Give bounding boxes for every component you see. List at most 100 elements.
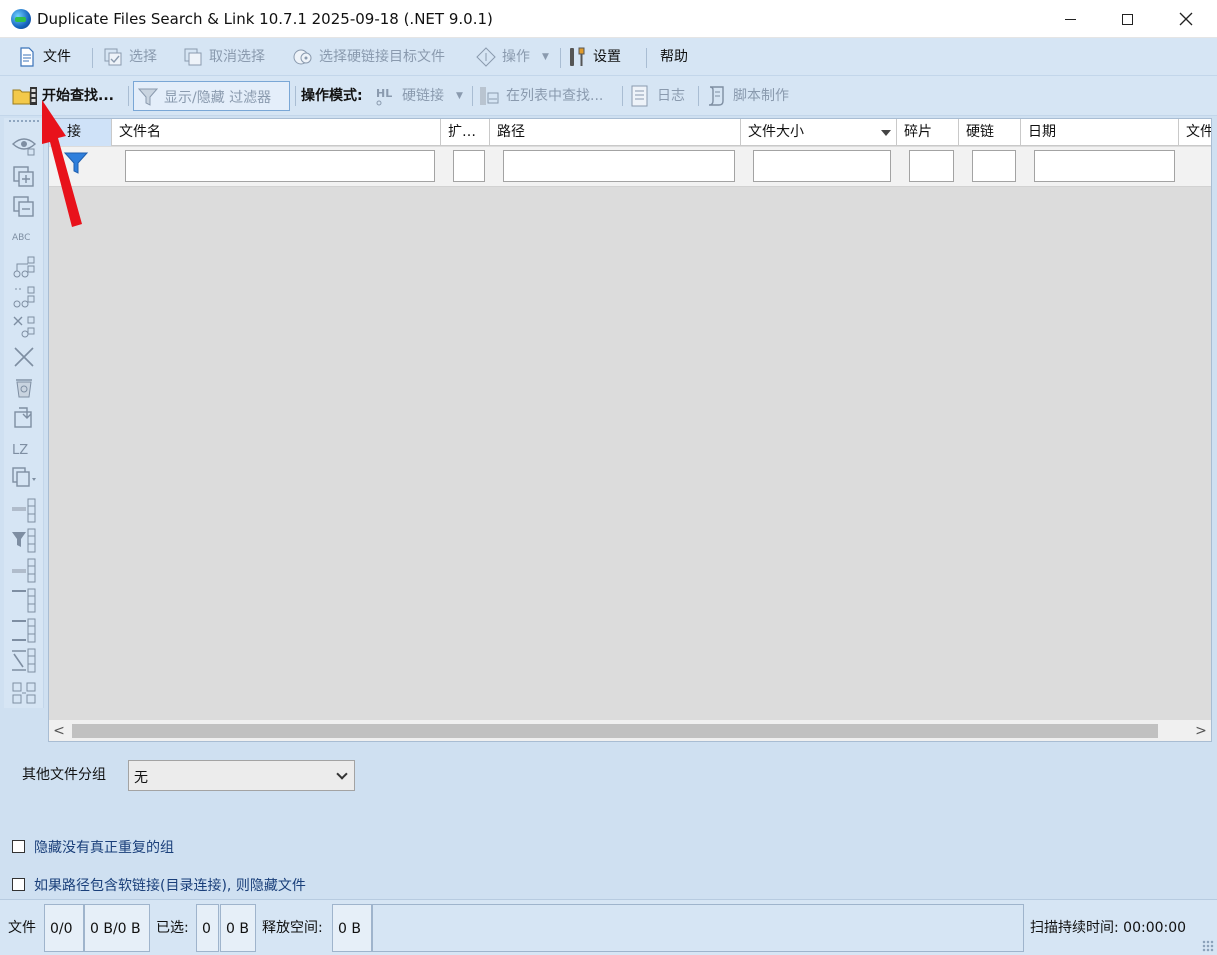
column-header-filesize[interactable]: 文件大小 [741,119,897,146]
tree-remove-icon[interactable] [11,314,37,340]
status-files-size: 0 B/0 B [84,904,150,952]
delete-x-icon[interactable] [11,344,37,370]
lz-compress-icon[interactable]: LZ [11,436,37,462]
main-toolbar: 开始查找... 显示/隐藏 过滤器 操作模式: HL 硬链接 ▼ 在列表中查找.… [0,76,1217,116]
toolbar-grip[interactable] [9,120,39,124]
toolbar-separator [472,86,473,106]
date-filter-input[interactable] [1034,150,1175,182]
script-label: 脚本制作 [733,88,789,104]
menu-help[interactable]: 帮助 [660,38,700,76]
folder-search-icon [12,87,37,105]
title-bar: Duplicate Files Search & Link 10.7.1 202… [0,0,1217,38]
filesize-filter-input[interactable] [753,150,891,182]
column-link-icon[interactable] [11,558,37,584]
find-in-list-button[interactable]: 在列表中查找... [478,76,614,116]
checkbox-box[interactable] [12,840,25,853]
chevron-down-icon: ▼ [456,91,463,101]
column-header-hardlinks[interactable]: 硬链 [959,119,1021,146]
maximize-button[interactable] [1098,0,1156,38]
close-button[interactable] [1157,0,1215,38]
minimize-button[interactable] [1041,0,1099,38]
menu-settings-label: 设置 [593,49,621,65]
column-middle-icon[interactable] [11,618,37,644]
column-header-extension[interactable]: 扩… [441,119,490,146]
copy-dropdown-icon[interactable] [11,466,37,492]
filename-filter-input[interactable] [125,150,435,182]
toolbar-separator [698,86,699,106]
horizontal-scrollbar[interactable]: < > [49,720,1211,741]
resize-grip-icon[interactable] [1202,940,1214,952]
log-document-icon [631,85,648,107]
toolbar-separator [295,86,296,106]
window-title: Duplicate Files Search & Link 10.7.1 202… [37,10,493,28]
hardlinks-filter-input[interactable] [972,150,1016,182]
script-button[interactable]: 脚本制作 [705,76,797,116]
operation-mode-text: 操作模式: [301,88,363,104]
status-selected-size: 0 B [220,904,256,952]
menu-separator [560,48,561,68]
menu-select-hardlink-target[interactable]: 选择硬链接目标文件 [293,38,459,76]
status-progress-area [372,904,1024,952]
other-group-value: 无 [134,770,148,786]
menu-separator [646,48,647,68]
column-header-file-more[interactable]: 文件 [1179,119,1211,146]
column-header-date[interactable]: 日期 [1021,119,1179,146]
red-arrow-annotation [42,100,82,227]
column-top-icon[interactable] [11,588,37,614]
hardlink-mode-dropdown[interactable]: HL 硬链接 ▼ [374,76,466,116]
hardlink-column-icon[interactable] [11,498,37,524]
script-scroll-icon [708,86,724,106]
minimize-icon [1064,19,1076,20]
scroll-right-icon[interactable]: > [1191,720,1211,741]
menu-deselect[interactable]: 取消选择 [183,38,275,76]
status-freed-label: 释放空间: [262,920,323,936]
diamond-icon [476,47,496,67]
recycle-bin-icon[interactable] [11,374,37,400]
copy-add-icon[interactable] [11,164,37,190]
hardlink-icon: HL [376,87,392,106]
hide-no-true-duplicates-label: 隐藏没有真正重复的组 [34,840,174,856]
tree-select-icon[interactable] [11,284,37,310]
status-files-label: 文件 [8,920,36,936]
chevron-down-icon: ▼ [542,52,549,62]
filter-column-icon[interactable] [11,528,37,554]
eye-icon[interactable] [11,132,37,158]
grid-merge-icon[interactable] [11,680,37,706]
app-logo-icon [11,9,31,29]
other-group-select[interactable]: 无 [128,760,355,791]
other-group-label: 其他文件分组 [22,767,106,783]
close-icon [1179,12,1193,26]
scrollbar-thumb[interactable] [72,724,1158,738]
svg-text:HL: HL [376,87,392,100]
document-icon [20,47,34,67]
status-bar: 文件 0/0 0 B/0 B 已选: 0 0 B 释放空间: 0 B 扫描持续时… [0,899,1217,955]
path-filter-input[interactable] [503,150,735,182]
copy-remove-icon[interactable] [11,194,37,220]
grid-header: 接 文件名 扩… 路径 文件大小 碎片 硬链 日期 文件 [49,119,1211,146]
menu-select[interactable]: 选择 [103,38,165,76]
extension-filter-input[interactable] [453,150,485,182]
move-to-icon[interactable] [11,404,37,430]
svg-text:ABC: ABC [12,233,30,243]
column-header-filename[interactable]: 文件名 [112,119,441,146]
scroll-left-icon[interactable]: < [49,720,69,741]
checkbox-box[interactable] [12,878,25,891]
menu-bar: 文件 选择 取消选择 选择硬链接目标文件 操作 ▼ 设置 帮助 [0,38,1217,76]
column-header-fragments[interactable]: 碎片 [897,119,959,146]
menu-file[interactable]: 文件 [17,38,79,76]
column-span-icon[interactable] [11,648,37,674]
results-grid[interactable]: 接 文件名 扩… 路径 文件大小 碎片 硬链 日期 文件 < > [48,118,1212,742]
show-hide-filter-button[interactable]: 显示/隐藏 过滤器 [133,81,290,111]
log-button[interactable]: 日志 [629,76,691,116]
fragments-filter-input[interactable] [909,150,954,182]
operation-mode-label: 操作模式: [301,76,371,116]
menu-operation[interactable]: 操作 ▼ [476,38,554,76]
status-selected-label: 已选: [156,920,189,936]
tree-nodes-icon[interactable] [11,254,37,280]
menu-settings[interactable]: 设置 [567,38,631,76]
toolbar-separator [622,86,623,106]
maximize-icon [1121,14,1133,25]
chevron-down-icon [336,768,348,780]
abc-text-icon[interactable]: ABC [11,224,37,250]
column-header-path[interactable]: 路径 [490,119,741,146]
